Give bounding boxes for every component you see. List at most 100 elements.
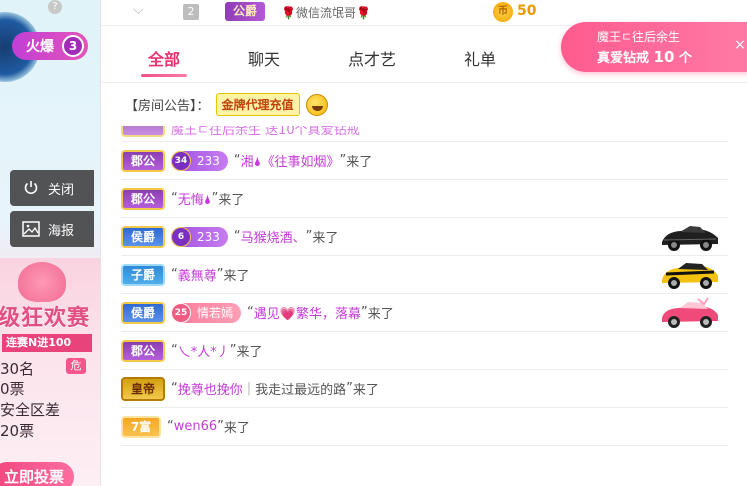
user-signature: 我走过最远的路 <box>255 383 347 398</box>
username[interactable]: 遇见💗繁华，落幕 <box>254 303 361 322</box>
username[interactable]: 挽尊也挽你 <box>178 379 243 398</box>
heart-icon <box>18 262 66 302</box>
rank-badge: 皇帝 <box>121 376 165 401</box>
list-item: 侯爵 25 情若嫣 “遇见💗繁华，落幕” 来了 <box>121 294 728 332</box>
username[interactable]: 湘🌢《往事如烟》 <box>241 151 340 170</box>
fan-badge: 6 233 <box>171 226 228 247</box>
fan-level: 34 <box>171 150 191 171</box>
quote-mark: ” <box>211 191 219 206</box>
list-item: 魔王ㄷ往后余生 送10个真爱钻戒 <box>121 126 728 142</box>
rank-badge: 郡公 <box>121 339 165 362</box>
quote-mark: “ <box>171 381 178 396</box>
vote-button[interactable]: 立即投票 <box>0 462 74 486</box>
announcement-tag[interactable]: 金牌代理充值 <box>215 93 300 116</box>
quote-mark: “ <box>233 229 241 244</box>
noble-badge: 公爵 <box>225 2 266 21</box>
list-item: 郡公 “乀*人*丿” 来了 <box>121 332 728 370</box>
quote-mark: “ <box>171 267 178 282</box>
rank-badge: 郡公 <box>121 187 165 210</box>
close-button-label: 关闭 <box>48 182 75 198</box>
rank-badge: 侯爵 <box>121 301 165 324</box>
fan-club-name: 233 <box>197 153 220 168</box>
gift-count: 10 <box>653 48 675 66</box>
coin-icon: 币 <box>493 2 513 22</box>
quote-mark: “ <box>171 191 178 206</box>
list-item: 皇帝 “挽尊也挽你 | 我走过最远的路” 来了 <box>121 370 728 408</box>
username[interactable]: 无悔🌢 <box>178 189 212 208</box>
quote-mark: “ <box>171 343 178 358</box>
danger-badge: 危 <box>66 358 86 374</box>
rank-number: 2 <box>183 4 199 20</box>
fan-level: 6 <box>171 226 191 247</box>
tab-gift-list[interactable]: 礼单 <box>445 46 515 70</box>
quote-mark: ” <box>360 305 368 320</box>
car-mount-icon <box>658 220 722 254</box>
promo-title: 级狂欢赛 <box>0 306 91 331</box>
quote-mark: ” <box>229 343 237 358</box>
quote-mark: “ <box>247 305 254 320</box>
car-mount-icon <box>658 296 722 330</box>
help-icon[interactable]: ? <box>48 0 62 14</box>
username[interactable]: 马猴烧酒、 <box>241 227 306 246</box>
list-item: 郡公 34 233 “湘🌢《往事如烟》” 来了 <box>121 142 728 180</box>
promo-subtitle: 连赛N进100 <box>2 334 92 352</box>
rank-badge: 7富 <box>121 415 161 438</box>
close-icon[interactable]: × <box>731 36 747 54</box>
list-item: 侯爵 6 233 “马猴烧酒、” 来了 <box>121 218 728 256</box>
rank-badge <box>121 126 165 137</box>
entered-text: 来了 <box>352 383 379 398</box>
gift-notification[interactable]: 魔王ㄷ往后余生 真爱钻戒 10 个 × <box>561 22 747 72</box>
power-icon <box>22 179 40 197</box>
quote-mark: ” <box>346 381 353 396</box>
chevron-down-icon[interactable]: ⌵ <box>133 2 144 18</box>
list-item: 子爵 “義無尊” 来了 <box>121 256 728 294</box>
promo-gap: 20票 <box>0 422 35 440</box>
quote-mark: ” <box>339 153 347 168</box>
username[interactable]: 義無尊 <box>178 265 217 284</box>
quote-mark: “ <box>233 153 241 168</box>
quote-mark: “ <box>167 419 174 434</box>
rank-badge: 侯爵 <box>121 225 165 248</box>
fan-badge: 34 233 <box>171 150 228 171</box>
gift-message: 魔王ㄷ往后余生 送10个真爱钻戒 <box>171 126 360 138</box>
username[interactable]: 乀*人*丿 <box>178 341 230 360</box>
list-item: 郡公 “无悔🌢” 来了 <box>121 180 728 218</box>
rank-badge: 郡公 <box>121 149 165 172</box>
separator: | <box>246 381 252 396</box>
quote-mark: ” <box>216 267 224 282</box>
fan-club-name: 233 <box>197 229 220 244</box>
quote-mark: ” <box>305 229 313 244</box>
tab-all[interactable]: 全部 <box>129 46 199 70</box>
entered-text: 来了 <box>367 307 394 322</box>
quote-mark: ” <box>217 419 224 434</box>
grin-emoji-icon <box>305 93 328 116</box>
announcement-label: 【房间公告】： <box>125 99 210 114</box>
car-mount-icon <box>658 258 722 292</box>
chat-feed[interactable]: 魔王ㄷ往后余生 送10个真爱钻戒 郡公 34 233 “湘🌢《往事如烟》” 来了 郡公 “无… <box>121 126 728 476</box>
poster-button[interactable]: 海报 <box>10 211 94 247</box>
active-tab-indicator <box>141 74 187 77</box>
hot-badge-count: 3 <box>62 35 84 57</box>
entered-text: 来了 <box>218 193 245 208</box>
gift-detail: 真爱钻戒 10 个 <box>597 47 747 66</box>
ranking-username[interactable]: 🌹微信流氓哥🌹 <box>281 4 371 21</box>
close-button[interactable]: 关闭 <box>10 170 94 206</box>
tab-chat[interactable]: 聊天 <box>229 46 299 70</box>
fan-level: 25 <box>171 302 191 323</box>
promo-votes: 0票 <box>0 380 25 398</box>
coin-value: 50 <box>517 3 537 19</box>
gift-name: 真爱钻戒 <box>597 51 650 66</box>
hot-badge[interactable]: 火爆 3 <box>12 32 88 60</box>
entered-text: 来了 <box>223 269 250 284</box>
promo-rank: 30名 <box>0 360 35 378</box>
rank-badge: 子爵 <box>121 263 165 286</box>
contest-promo[interactable]: 级狂欢赛 连赛N进100 危 30名 0票 安全区差 20票 <box>0 258 100 486</box>
entered-text: 来了 <box>312 231 339 246</box>
image-icon <box>22 220 40 238</box>
username[interactable]: wen66 <box>174 419 217 434</box>
list-item: 7富 “wen66” 来了 <box>121 408 728 446</box>
chat-panel: ⌵ 2 公爵 🌹微信流氓哥🌹 币 50 全部 聊天 点才艺 礼单 魔王ㄷ往后余生… <box>100 0 747 486</box>
tab-talent[interactable]: 点才艺 <box>337 46 407 70</box>
gift-unit: 个 <box>678 51 692 66</box>
entered-text: 来了 <box>223 421 250 436</box>
